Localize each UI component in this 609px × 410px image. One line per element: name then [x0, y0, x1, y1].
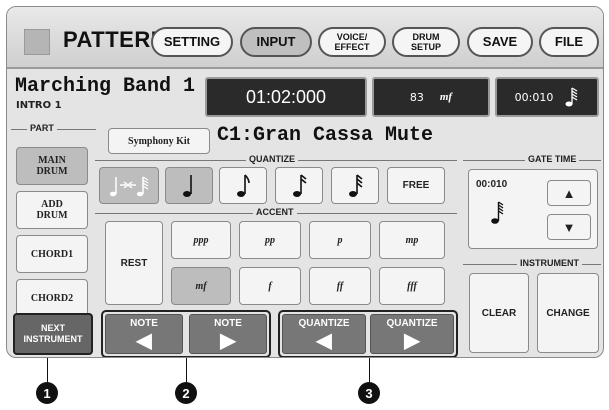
quantize-thirtysecond-button[interactable]: [331, 167, 379, 204]
callout-3-line: [369, 358, 370, 382]
section-name: INTRO 1: [16, 100, 62, 111]
accent-ff-button[interactable]: ff: [309, 267, 371, 305]
triplet-note-icon: [109, 175, 149, 196]
left-arrow-icon: ◀: [316, 329, 332, 352]
next-instrument-button[interactable]: NEXT INSTRUMENT: [13, 313, 93, 355]
pattern-indicator: [24, 29, 50, 55]
callout-3: 3: [358, 382, 380, 404]
gate-time-panel: 00:010 ▲ ▼: [468, 169, 598, 249]
instrument-change-button[interactable]: CHANGE: [537, 273, 599, 353]
callout-2: 2: [175, 382, 197, 404]
instrument-clear-button[interactable]: CLEAR: [469, 273, 529, 353]
accent-fff-button[interactable]: fff: [379, 267, 445, 305]
screen: PATTERN SETTING INPUT VOICE/ EFFECT DRUM…: [6, 6, 604, 358]
callout-1: 1: [36, 382, 58, 404]
setting-button[interactable]: SETTING: [151, 27, 233, 57]
accent-label: ACCENT: [253, 207, 297, 217]
save-button[interactable]: SAVE: [467, 27, 533, 57]
accent-pp-button[interactable]: pp: [239, 221, 301, 259]
callout-1-line: [47, 358, 48, 382]
accent-mp-button[interactable]: mp: [379, 221, 445, 259]
callout-2-line: [186, 358, 187, 382]
kit-button[interactable]: Symphony Kit: [108, 128, 210, 154]
part-add-drum-button[interactable]: ADD DRUM: [16, 191, 88, 229]
accent-f-button[interactable]: f: [239, 267, 301, 305]
quantize-right-label: QUANTIZE: [386, 317, 438, 329]
quantize-right-button[interactable]: QUANTIZE ▶: [370, 314, 454, 354]
sixteenth-note-icon: [293, 173, 307, 197]
note-right-button[interactable]: NOTE ▶: [189, 314, 267, 354]
accent-rest-button[interactable]: REST: [105, 221, 163, 305]
time-display: 01:02:000: [205, 77, 367, 117]
velocity-display: 83 mf: [372, 77, 490, 117]
file-button[interactable]: FILE: [539, 27, 599, 57]
accent-mf-button[interactable]: mf: [171, 267, 231, 305]
part-chord2-button[interactable]: CHORD2: [16, 279, 88, 317]
instrument-name: C1:Gran Cassa Mute: [217, 124, 434, 147]
sixtyfourth-note-icon: [491, 201, 504, 224]
sixtyfourth-note-icon: [565, 87, 578, 107]
gate-time-up-button[interactable]: ▲: [547, 180, 591, 206]
gate-time-label: GATE TIME: [525, 154, 580, 164]
input-button[interactable]: INPUT: [240, 27, 312, 57]
part-main-drum-button[interactable]: MAIN DRUM: [16, 147, 88, 185]
eighth-note-icon: [237, 173, 250, 197]
quantize-label: QUANTIZE: [246, 154, 298, 164]
quarter-note-icon: [183, 174, 192, 197]
right-arrow-icon: ▶: [404, 329, 420, 352]
quantize-left-label: QUANTIZE: [298, 317, 350, 329]
part-chord1-button[interactable]: CHORD1: [16, 235, 88, 273]
gate-time-value: 00:010: [476, 179, 508, 190]
voice-effect-button[interactable]: VOICE/ EFFECT: [318, 27, 386, 57]
gate-value: 00:010: [514, 90, 554, 104]
note-left-button[interactable]: NOTE ◀: [105, 314, 183, 354]
instrument-label: INSTRUMENT: [517, 258, 582, 268]
quantize-sixteenth-button[interactable]: [275, 167, 323, 204]
top-bar: PATTERN SETTING INPUT VOICE/ EFFECT DRUM…: [7, 7, 603, 69]
note-left-label: NOTE: [130, 317, 158, 329]
left-arrow-icon: ◀: [136, 329, 152, 352]
right-arrow-icon: ▶: [220, 329, 236, 352]
part-label: PART: [27, 123, 57, 133]
velocity-mark: mf: [439, 91, 453, 103]
velocity-value: 83: [409, 90, 424, 104]
accent-p-button[interactable]: p: [309, 221, 371, 259]
song-name: Marching Band 1: [15, 75, 196, 98]
gate-time-down-button[interactable]: ▼: [547, 214, 591, 240]
quantize-free-button[interactable]: FREE: [387, 167, 445, 204]
quantize-eighth-button[interactable]: [219, 167, 267, 204]
note-right-label: NOTE: [214, 317, 242, 329]
thirtysecond-note-icon: [349, 173, 363, 197]
gate-display: 00:010: [495, 77, 599, 117]
quantize-left-button[interactable]: QUANTIZE ◀: [282, 314, 366, 354]
accent-ppp-button[interactable]: ppp: [171, 221, 231, 259]
drum-setup-button[interactable]: DRUM SETUP: [392, 27, 460, 57]
quantize-quarter-button[interactable]: [165, 167, 213, 204]
quantize-triplet-button[interactable]: [99, 167, 159, 204]
